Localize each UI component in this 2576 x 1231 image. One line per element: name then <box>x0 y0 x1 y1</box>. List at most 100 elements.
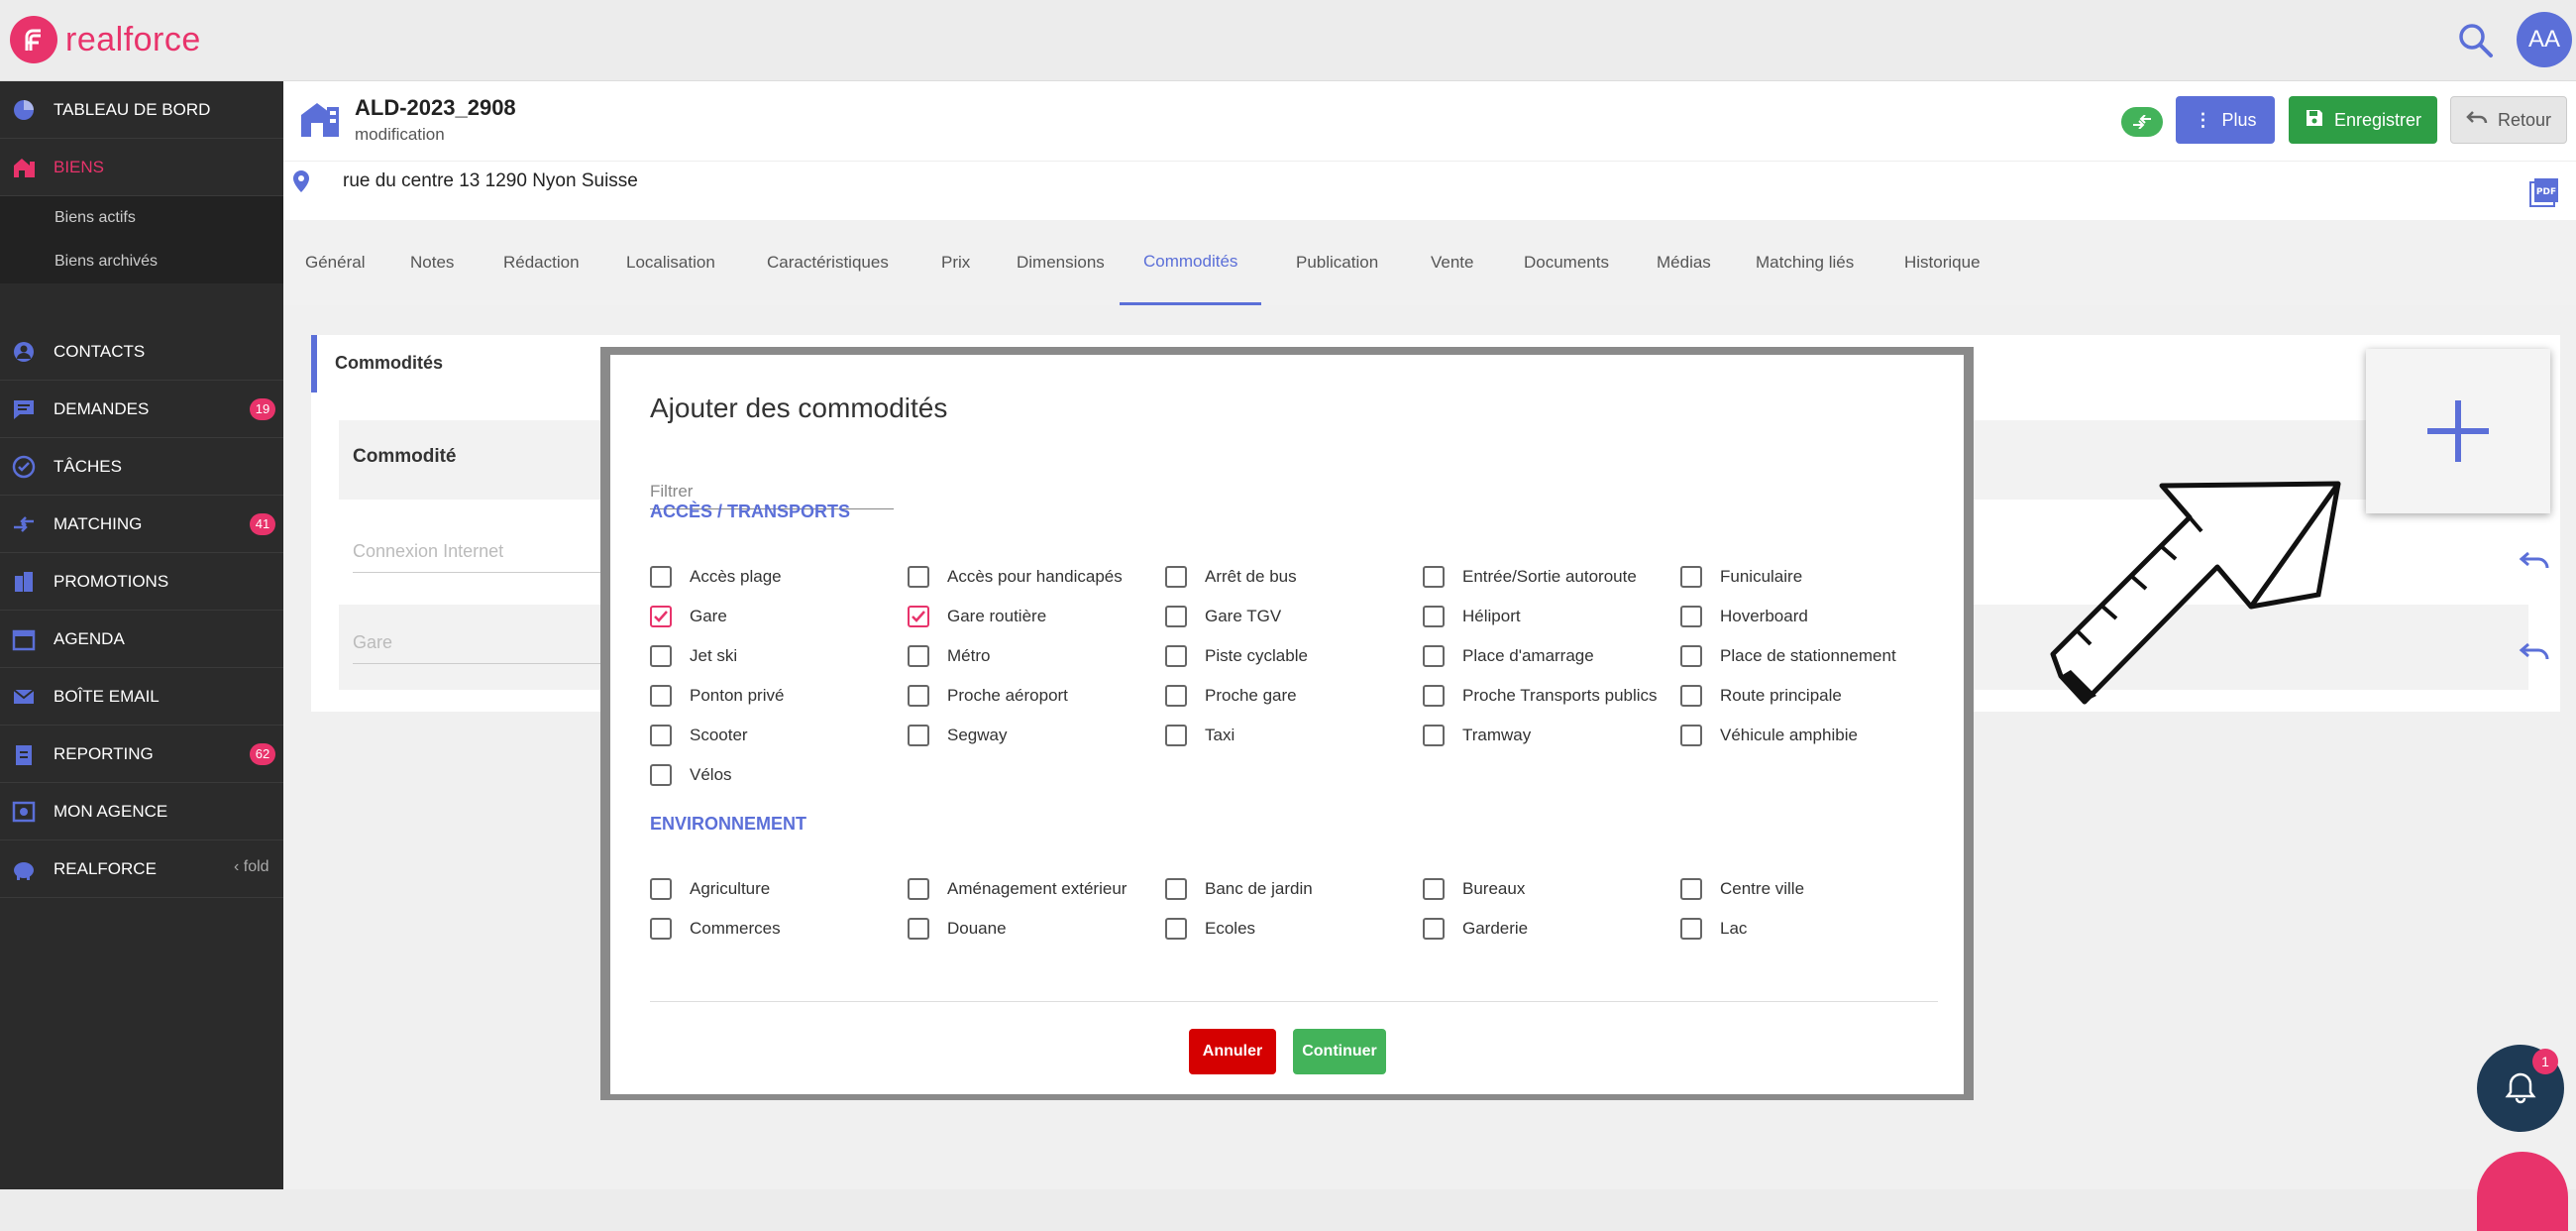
checkbox-icon[interactable] <box>908 878 929 900</box>
commodity-checkbox[interactable]: Route principale <box>1680 682 1842 710</box>
checkbox-icon[interactable] <box>1680 566 1702 588</box>
commodity-checkbox[interactable]: Accès pour handicapés <box>908 563 1123 591</box>
commodity-checkbox[interactable]: Scooter <box>650 722 748 749</box>
commodity-checkbox[interactable]: Arrêt de bus <box>1165 563 1297 591</box>
checkbox-icon[interactable] <box>650 645 672 667</box>
checkbox-icon[interactable] <box>650 566 672 588</box>
checkbox-icon[interactable] <box>1423 606 1445 627</box>
checkbox-icon[interactable] <box>1423 725 1445 746</box>
sidebar-subitem[interactable]: Biens archivés <box>0 240 283 283</box>
commodity-checkbox[interactable]: Proche Transports publics <box>1423 682 1658 710</box>
commodity-checkbox[interactable]: Proche gare <box>1165 682 1297 710</box>
commodity-checkbox[interactable]: Agriculture <box>650 875 770 903</box>
commodity-checkbox[interactable]: Ponton privé <box>650 682 784 710</box>
checkbox-icon[interactable] <box>1680 606 1702 627</box>
commodity-checkbox[interactable]: Commerces <box>650 915 781 943</box>
checkbox-icon[interactable] <box>650 764 672 786</box>
logo[interactable]: realforce <box>10 16 201 63</box>
commodity-checkbox[interactable]: Véhicule amphibie <box>1680 722 1858 749</box>
sidebar-item-tâches[interactable]: TÂCHES <box>0 438 283 496</box>
commodity-checkbox[interactable]: Bureaux <box>1423 875 1525 903</box>
commodity-checkbox[interactable]: Jet ski <box>650 642 737 670</box>
sidebar-subitem[interactable]: Biens actifs <box>0 196 283 240</box>
sidebar-item-demandes[interactable]: DEMANDES 19 <box>0 381 283 438</box>
checkbox-icon[interactable] <box>1680 645 1702 667</box>
continue-button[interactable]: Continuer <box>1293 1029 1386 1074</box>
undo-icon[interactable] <box>2519 547 2552 577</box>
cancel-button[interactable]: Annuler <box>1189 1029 1276 1074</box>
more-button[interactable]: ⋮ Plus <box>2176 96 2275 144</box>
checkbox-icon[interactable] <box>1423 685 1445 707</box>
add-commodity-button[interactable] <box>2366 349 2550 513</box>
commodity-checkbox[interactable]: Banc de jardin <box>1165 875 1313 903</box>
tab-rédaction[interactable]: Rédaction <box>503 220 580 305</box>
commodity-checkbox[interactable]: Héliport <box>1423 603 1521 630</box>
commodity-checkbox[interactable]: Ecoles <box>1165 915 1255 943</box>
commodity-checkbox[interactable]: Tramway <box>1423 722 1531 749</box>
commodity-checkbox[interactable]: Gare TGV <box>1165 603 1281 630</box>
checkbox-icon[interactable] <box>908 566 929 588</box>
sidebar-item-contacts[interactable]: CONTACTS <box>0 323 283 381</box>
tab-historique[interactable]: Historique <box>1904 220 1981 305</box>
checkbox-icon[interactable] <box>1165 606 1187 627</box>
commodity-checkbox[interactable]: Vélos <box>650 761 732 789</box>
commodity-checkbox[interactable]: Segway <box>908 722 1007 749</box>
commodity-checkbox[interactable]: Taxi <box>1165 722 1234 749</box>
commodity-checkbox[interactable]: Douane <box>908 915 1007 943</box>
checkbox-icon[interactable] <box>1423 566 1445 588</box>
commodity-checkbox[interactable]: Métro <box>908 642 990 670</box>
checkbox-icon[interactable] <box>908 725 929 746</box>
checkbox-icon[interactable] <box>1165 918 1187 940</box>
checkbox-icon[interactable] <box>650 685 672 707</box>
commodity-checkbox[interactable]: Place d'amarrage <box>1423 642 1594 670</box>
checkbox-icon[interactable] <box>1165 645 1187 667</box>
tab-commodités[interactable]: Commodités <box>1120 220 1262 305</box>
checkbox-icon[interactable] <box>908 685 929 707</box>
tab-général[interactable]: Général <box>305 220 365 305</box>
checkbox-icon[interactable] <box>1423 645 1445 667</box>
checkbox-checked-icon[interactable] <box>908 606 929 627</box>
checkbox-icon[interactable] <box>650 918 672 940</box>
commodity-checkbox[interactable]: Lac <box>1680 915 1747 943</box>
checkbox-checked-icon[interactable] <box>650 606 672 627</box>
undo-icon[interactable] <box>2519 638 2552 668</box>
checkbox-icon[interactable] <box>1680 685 1702 707</box>
commodity-checkbox[interactable]: Gare routière <box>908 603 1046 630</box>
checkbox-icon[interactable] <box>1165 878 1187 900</box>
checkbox-icon[interactable] <box>1165 566 1187 588</box>
tab-médias[interactable]: Médias <box>1657 220 1711 305</box>
commodity-checkbox[interactable]: Gare <box>650 603 727 630</box>
back-button[interactable]: Retour <box>2450 96 2567 144</box>
fold-button[interactable]: ‹ fold <box>234 858 269 876</box>
sidebar-item-boîte-email[interactable]: BOÎTE EMAIL <box>0 668 283 726</box>
tab-publication[interactable]: Publication <box>1296 220 1378 305</box>
commodity-checkbox[interactable]: Entrée/Sortie autoroute <box>1423 563 1637 591</box>
tab-prix[interactable]: Prix <box>941 220 970 305</box>
commodity-checkbox[interactable]: Place de stationnement <box>1680 642 1896 670</box>
matching-status-icon[interactable] <box>2121 107 2163 137</box>
save-button[interactable]: Enregistrer <box>2289 96 2437 144</box>
avatar[interactable]: AA <box>2517 12 2572 67</box>
tab-documents[interactable]: Documents <box>1524 220 1609 305</box>
checkbox-icon[interactable] <box>1680 918 1702 940</box>
sidebar-item-tableau-de-bord[interactable]: TABLEAU DE BORD <box>0 81 283 139</box>
pdf-icon[interactable]: PDF <box>2528 176 2560 208</box>
tab-matching-liés[interactable]: Matching liés <box>1756 220 1854 305</box>
sidebar-item-reporting[interactable]: REPORTING 62 <box>0 726 283 783</box>
checkbox-icon[interactable] <box>650 725 672 746</box>
checkbox-icon[interactable] <box>1423 878 1445 900</box>
checkbox-icon[interactable] <box>908 645 929 667</box>
commodity-checkbox[interactable]: Garderie <box>1423 915 1528 943</box>
checkbox-icon[interactable] <box>650 878 672 900</box>
search-icon[interactable] <box>2455 20 2497 61</box>
checkbox-icon[interactable] <box>908 918 929 940</box>
sidebar-item-mon-agence[interactable]: MON AGENCE <box>0 783 283 840</box>
tab-vente[interactable]: Vente <box>1431 220 1474 305</box>
sidebar-item-matching[interactable]: MATCHING 41 <box>0 496 283 553</box>
checkbox-icon[interactable] <box>1680 725 1702 746</box>
commodity-checkbox[interactable]: Piste cyclable <box>1165 642 1308 670</box>
tab-localisation[interactable]: Localisation <box>626 220 715 305</box>
commodity-checkbox[interactable]: Hoverboard <box>1680 603 1808 630</box>
tab-caractéristiques[interactable]: Caractéristiques <box>767 220 889 305</box>
sidebar-item-agenda[interactable]: AGENDA <box>0 611 283 668</box>
